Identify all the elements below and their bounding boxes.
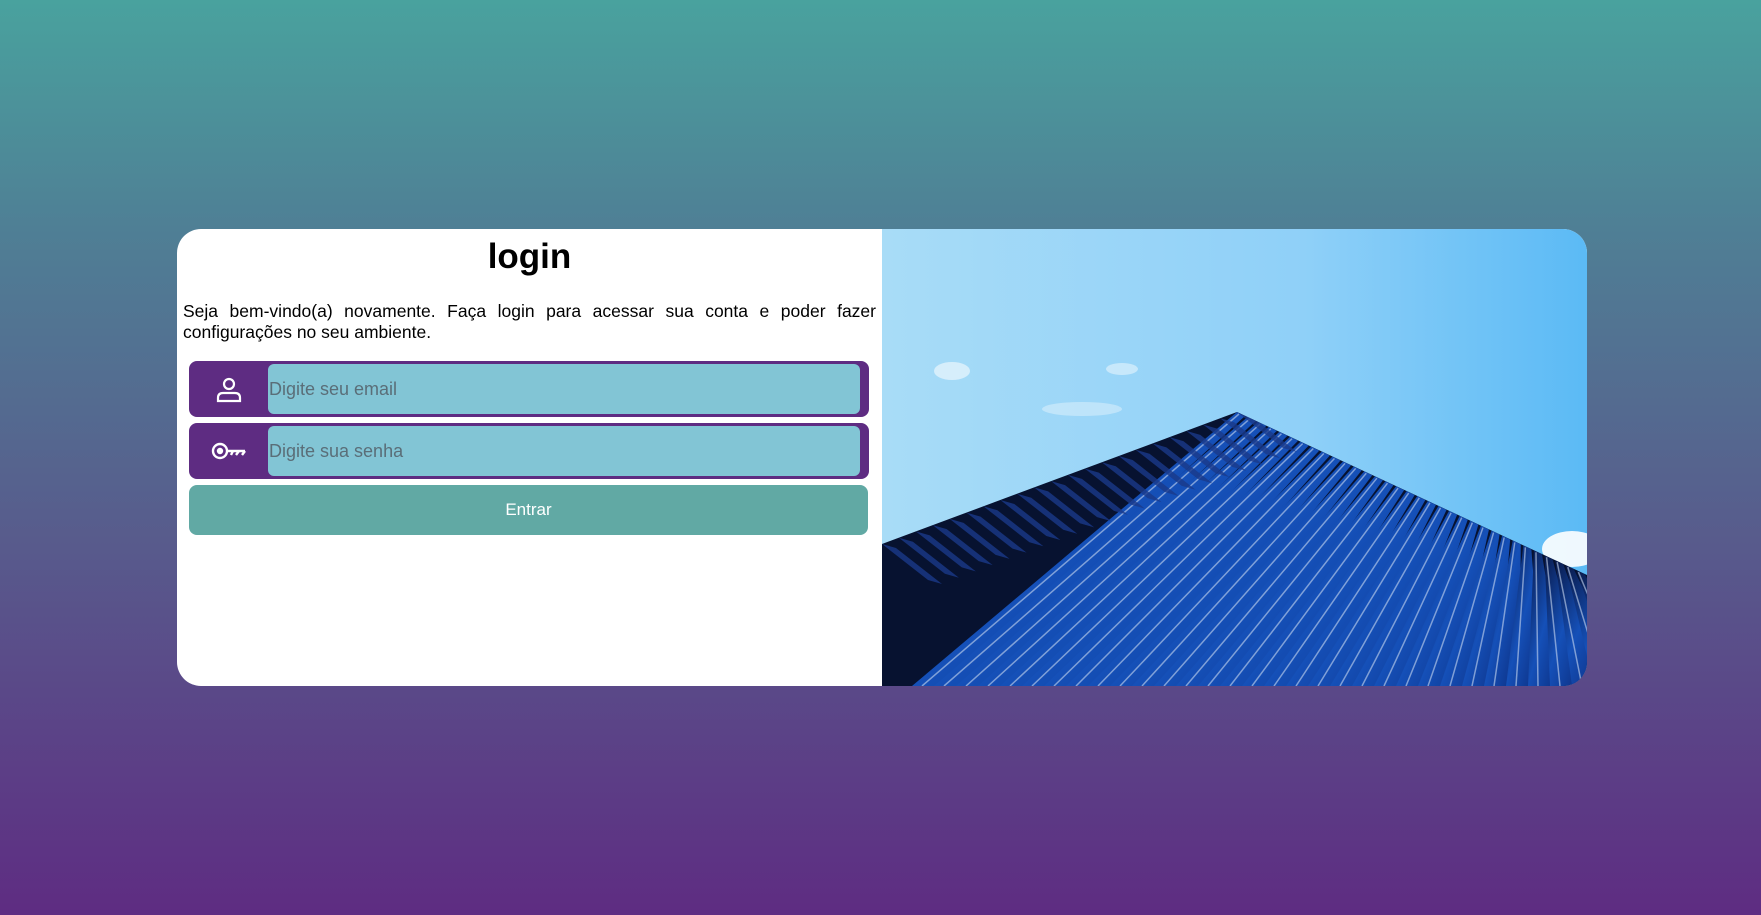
password-field-group [189, 423, 869, 479]
building-illustration [882, 229, 1587, 686]
password-input[interactable] [268, 426, 860, 476]
hero-image [882, 229, 1587, 686]
login-panel: login Seja bem-vindo(a) novamente. Faça … [177, 229, 882, 686]
email-field-group [189, 361, 869, 417]
key-icon [203, 431, 255, 471]
page-title: login [487, 237, 572, 276]
welcome-text: Seja bem-vindo(a) novamente. Faça login … [183, 301, 876, 342]
login-card: login Seja bem-vindo(a) novamente. Faça … [177, 229, 1587, 686]
user-icon [203, 369, 255, 409]
login-button[interactable]: Entrar [189, 485, 868, 535]
email-input[interactable] [268, 364, 860, 414]
